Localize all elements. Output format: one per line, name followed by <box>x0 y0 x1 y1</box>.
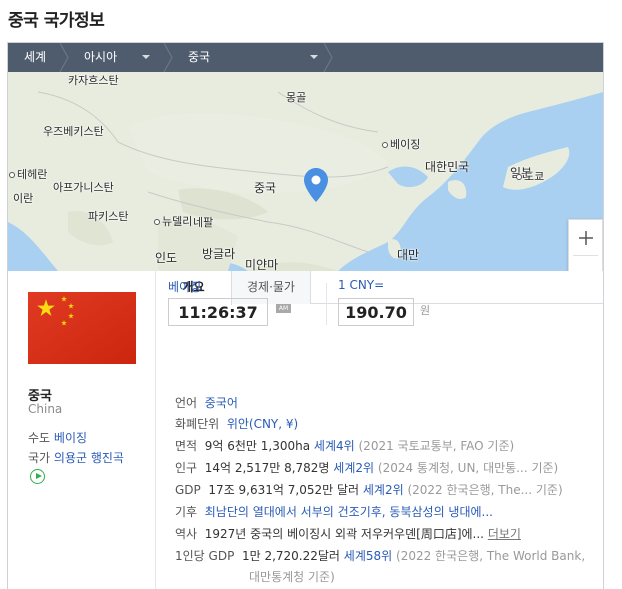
map-zoom-control <box>568 219 603 271</box>
map-label-nepal: 네팔 <box>193 216 214 229</box>
fact-key: 역사 <box>175 527 198 541</box>
zoom-out-button[interactable] <box>569 256 602 271</box>
divider <box>326 283 327 325</box>
caret-down-icon <box>310 55 318 59</box>
fact-rank-link[interactable]: 세계2위 <box>363 483 404 497</box>
map-label-bangladesh: 방글라 <box>202 247 236 261</box>
chevron-right-icon <box>323 43 333 72</box>
fact-value: 1927년 중국의 베이징시 외곽 저우커우뎬[周口店]에... <box>204 527 484 541</box>
map-label-india: 인도 <box>155 251 178 265</box>
map-label-taiwan: 대만 <box>397 248 420 262</box>
fact-rank-link[interactable]: 세계4위 <box>314 439 355 453</box>
exchange-rate-value: 190.70 <box>338 298 414 326</box>
breadcrumb-world[interactable]: 세계 <box>8 43 70 72</box>
fact-value: 1만 2,720.22달러 <box>241 549 340 563</box>
fact-climate-link[interactable]: 최남단의 열대에서 서부의 건조기후, 동북삼성의 냉대에... <box>205 505 493 519</box>
map-label-afghanistan: 아프가니스탄 <box>53 181 114 194</box>
fact-language: 언어 중국어 <box>175 394 238 411</box>
fact-history: 역사 1927년 중국의 베이징시 외곽 저우커우뎬[周口店]에... 더보기 <box>175 525 521 542</box>
anthem-link[interactable]: 의용군 행진곡 <box>54 451 124 465</box>
fact-gdp: GDP 17조 9,631억 7,052만 달러 세계2위 (2022 한국은행… <box>175 481 563 498</box>
anthem-label: 국가 <box>28 451 51 465</box>
fact-value: 14억 2,517만 8,782명 <box>204 461 330 475</box>
fact-value: 17조 9,631억 7,052만 달러 <box>208 483 360 497</box>
breadcrumb-country-label: 중국 <box>188 50 211 64</box>
map-label-pakistan: 파키스탄 <box>88 210 129 223</box>
zoom-in-button[interactable] <box>569 220 602 255</box>
fact-key: 면적 <box>175 439 198 453</box>
map-label-uzbekistan: 우즈베키스탄 <box>43 125 104 138</box>
fact-key: 화폐단위 <box>175 417 220 431</box>
fact-climate: 기후 최남단의 열대에서 서부의 건조기후, 동북삼성의 냉대에... <box>175 503 493 520</box>
fact-key: 기후 <box>175 505 198 519</box>
fact-source: (2021 국토교통부, FAO 기준) <box>358 439 515 453</box>
caret-down-icon <box>142 55 150 59</box>
plus-icon <box>578 230 593 245</box>
page-title: 중국 국가정보 <box>8 11 105 31</box>
play-icon[interactable] <box>30 469 45 484</box>
breadcrumb-world-label: 세계 <box>24 50 47 64</box>
city-dot-icon <box>154 219 160 225</box>
country-name-english: China <box>28 402 63 416</box>
fact-gdp-per-capita: 1인당 GDP 1만 2,720.22달러 세계58위 (2022 한국은행, … <box>175 547 585 564</box>
map-label-newdelhi: 뉴델리 <box>154 213 192 229</box>
ampm-badge: AM <box>276 304 291 313</box>
fact-key: GDP <box>175 483 201 497</box>
map-label-kazakhstan: 카자흐스탄 <box>68 74 119 87</box>
map-label-tokyo: 도쿄 <box>516 168 544 184</box>
location-pin-icon <box>304 168 328 202</box>
fact-population: 인구 14억 2,517만 8,782명 세계2위 (2024 통계청, UN,… <box>175 459 558 476</box>
exchange-rate-unit: 원 <box>420 304 431 317</box>
country-profile: 중국 China 수도 베이징 국가 의용군 행진곡 <box>8 271 156 589</box>
exchange-rate-label: 1 CNY= <box>338 278 385 292</box>
more-link[interactable]: 더보기 <box>488 527 521 541</box>
map-label-myanmar: 미얀마 <box>245 258 279 271</box>
breadcrumb: 세계 아시아 중국 <box>8 43 603 72</box>
fact-source: (2022 한국은행, The World Bank, <box>396 549 586 563</box>
city-dot-icon <box>382 142 388 148</box>
map-label-beijing: 베이징 <box>382 136 420 152</box>
capital-row: 수도 베이징 <box>28 429 87 446</box>
china-flag-icon <box>28 292 136 364</box>
map-label-china: 중국 <box>254 181 277 195</box>
anthem-row: 국가 의용군 행진곡 <box>28 449 140 487</box>
chevron-right-icon <box>59 43 69 72</box>
breadcrumb-continent-label: 아시아 <box>84 50 118 64</box>
fact-key: 1인당 GDP <box>175 549 235 563</box>
map-label-korea: 대한민국 <box>425 160 470 174</box>
capital-link[interactable]: 베이징 <box>54 431 87 445</box>
fact-source-continued: 대만통계청 기준) <box>249 568 335 585</box>
city-dot-icon <box>9 172 15 178</box>
clock-city-label: 베이징 <box>168 280 202 294</box>
fact-language-link[interactable]: 중국어 <box>205 396 238 410</box>
fact-key: 인구 <box>175 461 198 475</box>
chevron-right-icon <box>163 43 173 72</box>
city-dot-icon <box>516 174 522 180</box>
fact-area: 면적 9억 6천만 1,300ha 세계4위 (2021 국토교통부, FAO … <box>175 437 514 454</box>
breadcrumb-country-select[interactable]: 중국 <box>174 43 334 72</box>
fact-rank-link[interactable]: 세계2위 <box>333 461 374 475</box>
map-label-iran: 이란 <box>13 192 34 205</box>
fact-source: 대만통계청 기준) <box>249 570 335 584</box>
breadcrumb-continent-select[interactable]: 아시아 <box>70 43 174 72</box>
fact-value: 9억 6천만 1,300ha <box>204 439 311 453</box>
fact-currency-link[interactable]: 위안(CNY, ¥) <box>227 417 298 431</box>
map-label-mongolia: 몽골 <box>286 91 307 104</box>
capital-label: 수도 <box>28 431 51 445</box>
local-time: 11:26:37 <box>168 298 268 326</box>
fact-source: (2024 통계청, UN, 대만통... 기준) <box>377 461 559 475</box>
fact-source: (2022 한국은행, The... 기준) <box>407 483 563 497</box>
fact-rank-link[interactable]: 세계58위 <box>344 549 392 563</box>
country-map[interactable]: 카자흐스탄 몽골 우즈베키스탄 베이징 테헤란 대한민국 아프가니스탄 일본 도… <box>8 72 603 271</box>
fact-key: 언어 <box>175 396 198 410</box>
map-label-tehran: 테헤란 <box>9 166 47 182</box>
fact-currency: 화폐단위 위안(CNY, ¥) <box>175 415 298 432</box>
